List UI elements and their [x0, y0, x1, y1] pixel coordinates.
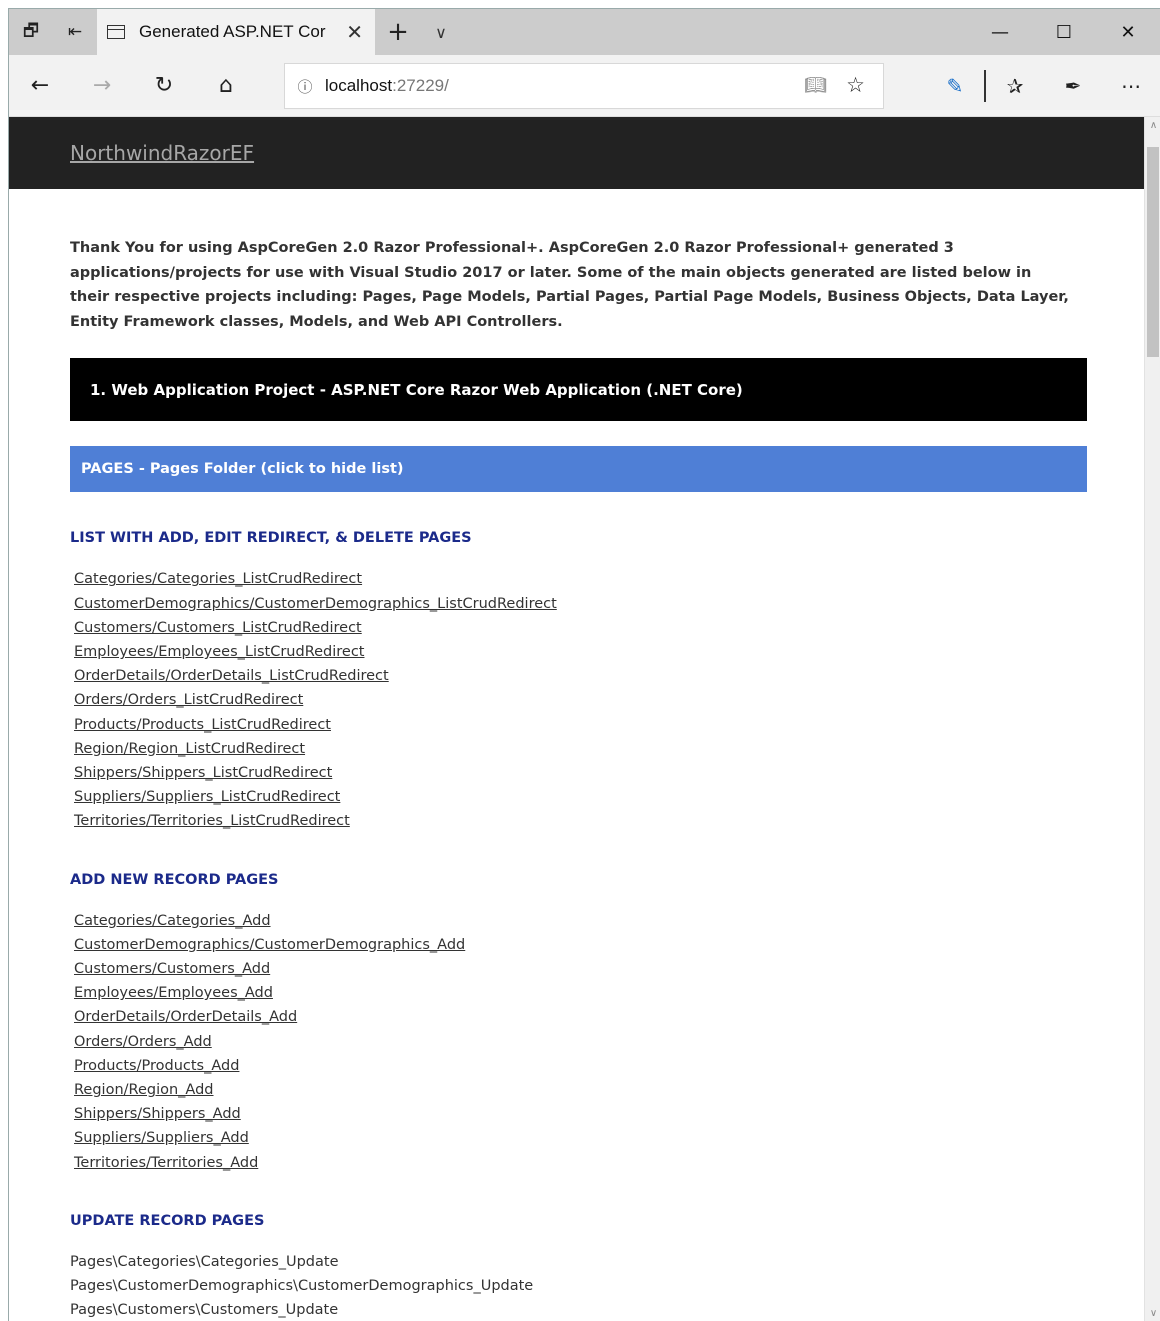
scroll-thumb[interactable]	[1147, 147, 1159, 357]
reading-view-icon[interactable]: 📖︎	[804, 75, 827, 96]
list-item: Pages\CustomerDemographics\CustomerDemog…	[70, 1278, 534, 1295]
new-tab-icon[interactable]: +	[375, 9, 421, 55]
tab-back-icon[interactable]: ⇤	[53, 9, 97, 55]
page-icon	[107, 25, 125, 39]
more-icon[interactable]: ⋯	[1102, 74, 1160, 98]
main-content: Thank You for using AspCoreGen 2.0 Razor…	[9, 236, 1087, 1321]
favorites-hub-icon[interactable]: ✰	[986, 74, 1044, 98]
list-crud-links: Categories/Categories_ListCrudRedirect C…	[70, 567, 1087, 833]
forward-icon[interactable]: →	[71, 55, 133, 117]
pen-icon[interactable]: ✒	[1044, 74, 1102, 98]
active-tab[interactable]: Generated ASP.NET Cor ✕	[97, 9, 375, 55]
list-item: Pages\Categories\Categories_Update	[70, 1253, 339, 1270]
add-new-links: Categories/Categories_Add CustomerDemogr…	[70, 909, 1087, 1175]
pages-folder-toggle[interactable]: PAGES - Pages Folder (click to hide list…	[70, 446, 1087, 493]
info-icon[interactable]: ⓘ	[285, 76, 325, 97]
update-items: Pages\Categories\Categories_Update Pages…	[70, 1250, 1087, 1321]
address-port: :27229/	[392, 76, 449, 95]
home-icon[interactable]: ⌂	[195, 55, 257, 117]
list-item[interactable]: Orders/Orders_ListCrudRedirect	[74, 688, 1087, 712]
list-item[interactable]: Customers/Customers_Add	[74, 957, 1087, 981]
toolbar-right: ✎ ✰ ✒ ⋯	[926, 55, 1160, 117]
list-item[interactable]: Suppliers/Suppliers_Add	[74, 1126, 1087, 1150]
tab-title: Generated ASP.NET Cor	[139, 22, 326, 41]
list-item[interactable]: Employees/Employees_Add	[74, 981, 1087, 1005]
section-heading-update: UPDATE RECORD PAGES	[70, 1212, 265, 1229]
list-item[interactable]: OrderDetails/OrderDetails_Add	[74, 1005, 1087, 1029]
extension-icon[interactable]: ✎	[926, 74, 984, 98]
maximize-icon[interactable]: ☐	[1032, 9, 1096, 55]
list-item[interactable]: Customers/Customers_ListCrudRedirect	[74, 616, 1087, 640]
close-window-icon[interactable]: ✕	[1096, 9, 1160, 55]
list-item[interactable]: Region/Region_ListCrudRedirect	[74, 737, 1087, 761]
address-bar[interactable]: ⓘ localhost:27229/ 📖︎ ☆	[284, 63, 884, 109]
list-item[interactable]: Orders/Orders_Add	[74, 1030, 1087, 1054]
window-controls: — ☐ ✕	[968, 9, 1160, 55]
list-item[interactable]: Region/Region_Add	[74, 1078, 1087, 1102]
address-host: localhost	[325, 76, 393, 95]
list-item: Pages\Customers\Customers_Update	[70, 1302, 339, 1319]
back-icon[interactable]: ←	[9, 55, 71, 117]
list-item[interactable]: OrderDetails/OrderDetails_ListCrudRedire…	[74, 664, 1087, 688]
list-item[interactable]: Products/Products_ListCrudRedirect	[74, 713, 1087, 737]
tab-bar: 🗗 ⇤ Generated ASP.NET Cor ✕ + ∨ — ☐ ✕	[9, 9, 1160, 55]
intro-text: Thank You for using AspCoreGen 2.0 Razor…	[70, 240, 1069, 330]
tab-aside-icon[interactable]: 🗗	[9, 9, 53, 55]
list-item[interactable]: Suppliers/Suppliers_ListCrudRedirect	[74, 785, 1087, 809]
list-item[interactable]: Products/Products_Add	[74, 1054, 1087, 1078]
list-item[interactable]: Shippers/Shippers_ListCrudRedirect	[74, 761, 1087, 785]
list-item[interactable]: Employees/Employees_ListCrudRedirect	[74, 640, 1087, 664]
navigation-bar: ← → ↻ ⌂ ⓘ localhost:27229/ 📖︎ ☆ ✎ ✰ ✒ ⋯	[9, 55, 1160, 117]
chevron-down-icon[interactable]: ∨	[421, 9, 461, 55]
vertical-scrollbar[interactable]: ∧ ∨	[1144, 117, 1160, 1321]
minimize-icon[interactable]: —	[968, 9, 1032, 55]
refresh-icon[interactable]: ↻	[133, 55, 195, 117]
scroll-down-icon[interactable]: ∨	[1145, 1305, 1160, 1321]
page-viewport: NorthwindRazorEF Thank You for using Asp…	[9, 117, 1160, 1321]
section-heading-add-new: ADD NEW RECORD PAGES	[70, 871, 279, 888]
section-heading-list-crud: LIST WITH ADD, EDIT REDIRECT, & DELETE P…	[70, 530, 472, 547]
list-item[interactable]: CustomerDemographics/CustomerDemographic…	[74, 933, 1087, 957]
brand-link[interactable]: NorthwindRazorEF	[70, 141, 254, 165]
scroll-up-icon[interactable]: ∧	[1145, 117, 1160, 134]
list-item[interactable]: CustomerDemographics/CustomerDemographic…	[74, 592, 1087, 616]
favorite-star-icon[interactable]: ☆	[846, 73, 865, 97]
browser-window: 🗗 ⇤ Generated ASP.NET Cor ✕ + ∨ — ☐ ✕ ← …	[8, 8, 1160, 1321]
list-item[interactable]: Territories/Territories_ListCrudRedirect	[74, 809, 1087, 833]
site-header: NorthwindRazorEF	[9, 117, 1144, 189]
list-item[interactable]: Territories/Territories_Add	[74, 1151, 1087, 1175]
list-item[interactable]: Shippers/Shippers_Add	[74, 1102, 1087, 1126]
list-item[interactable]: Categories/Categories_Add	[74, 909, 1087, 933]
close-icon[interactable]: ✕	[346, 20, 363, 44]
project-header: 1. Web Application Project - ASP.NET Cor…	[70, 358, 1087, 422]
list-item[interactable]: Categories/Categories_ListCrudRedirect	[74, 567, 1087, 591]
